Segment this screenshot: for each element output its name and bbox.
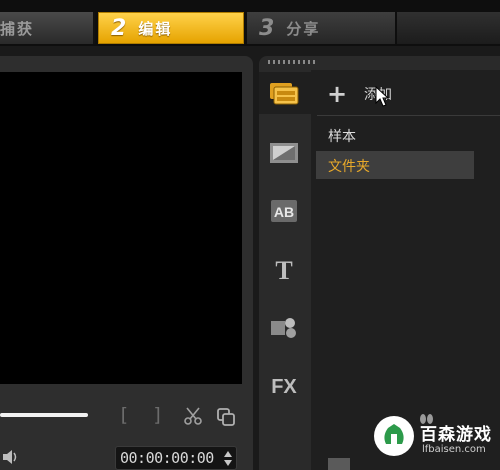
tab-share[interactable]: 3 分享 <box>247 12 395 44</box>
library-item-folder[interactable]: 文件夹 <box>316 151 474 179</box>
mark-out-button[interactable]: ] <box>152 404 163 426</box>
mouse-cursor-icon <box>375 86 390 107</box>
library-divider <box>317 115 500 116</box>
tab-share-number: 3 <box>259 15 275 41</box>
tab-share-label: 分享 <box>286 19 321 38</box>
tab-capture-label: 捕获 <box>0 19 35 38</box>
transition-icon[interactable] <box>268 138 300 168</box>
panel-grip[interactable] <box>268 60 318 64</box>
text-t-letter: T <box>275 256 292 283</box>
tab-edit[interactable]: 2 编辑 <box>98 12 244 44</box>
graphics-icon[interactable] <box>268 312 300 342</box>
tab-capture[interactable]: 捕获 <box>0 12 95 44</box>
tab-bar-filler <box>397 12 500 44</box>
library-bottom-button[interactable] <box>328 458 350 470</box>
mark-in-button[interactable]: [ <box>118 404 129 426</box>
timecode-field[interactable]: 00:00:00:00 <box>115 446 237 470</box>
fx-text: FX <box>271 376 297 398</box>
fx-icon[interactable]: FX <box>268 370 300 400</box>
copy-icon[interactable] <box>216 407 236 427</box>
timecode-spinner-icon[interactable] <box>223 450 233 467</box>
text-t-icon[interactable]: T <box>268 254 300 284</box>
media-icon[interactable] <box>268 78 300 108</box>
library-item-sample[interactable]: 样本 <box>328 126 356 146</box>
watermark-url: lfbaisen.com <box>422 444 486 455</box>
volume-icon[interactable] <box>2 448 20 466</box>
playback-scrubber[interactable] <box>0 413 88 417</box>
scissors-icon[interactable] <box>183 406 203 426</box>
watermark: 百森游戏 lfbaisen.com <box>368 410 500 470</box>
title-ab-icon[interactable]: AB <box>268 196 300 226</box>
step-bar: 捕获 2 编辑 3 分享 <box>0 0 500 46</box>
tab-edit-number: 2 <box>111 15 127 41</box>
title-ab-text: AB <box>274 204 294 220</box>
tab-edit-label: 编辑 <box>138 19 173 38</box>
watermark-name: 百森游戏 <box>420 425 492 445</box>
library-tab-column: AB T FX <box>259 70 311 470</box>
watermark-logo <box>374 416 414 456</box>
plus-icon: + <box>326 80 348 108</box>
preview-window <box>0 72 242 384</box>
library-item-folder-label: 文件夹 <box>328 159 370 175</box>
timecode-value: 00:00:00:00 <box>120 449 214 467</box>
